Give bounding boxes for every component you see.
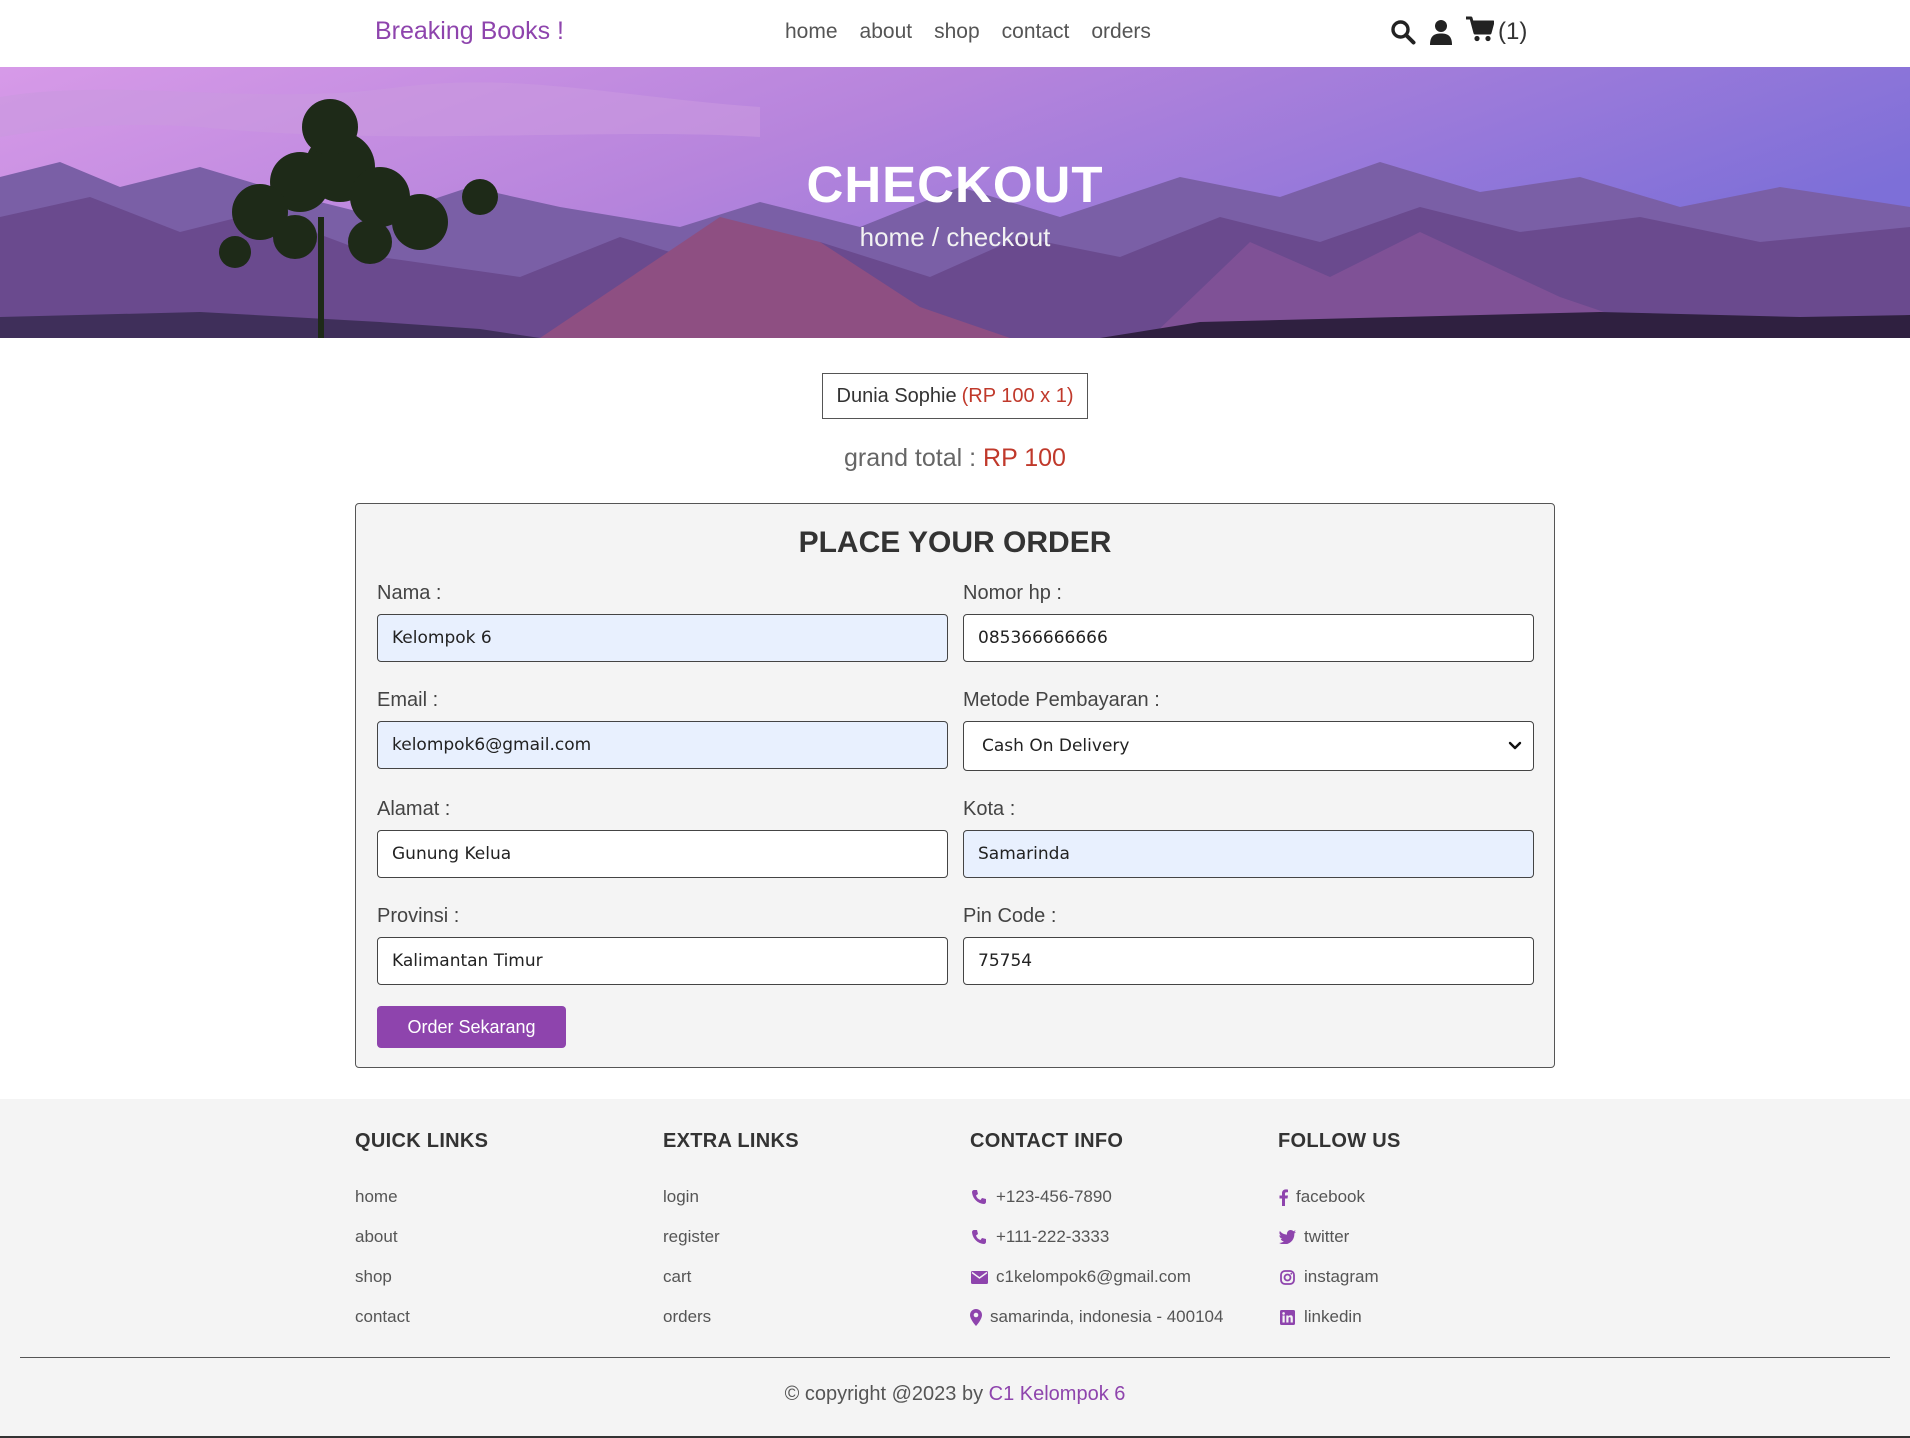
grand-total-label: grand total : <box>844 444 977 472</box>
pin-code-value: 75754 <box>978 951 1033 971</box>
extra-links-heading: EXTRA LINKS <box>663 1130 799 1152</box>
footer-link-cart[interactable]: cart <box>663 1257 799 1297</box>
metode-pembayaran-value: Cash On Delivery <box>982 736 1130 756</box>
social-linkedin-text: linkedin <box>1304 1307 1362 1326</box>
nav-link-orders[interactable]: orders <box>1091 20 1151 44</box>
cart-count: (1) <box>1498 17 1528 45</box>
order-item-price: (RP 100 x 1) <box>961 384 1074 407</box>
nama-label: Nama : <box>377 582 442 604</box>
alamat-value: Gunung Kelua <box>392 844 512 864</box>
order-sekarang-button[interactable]: Order Sekarang <box>377 1006 566 1048</box>
contact-address-text: samarinda, indonesia - 400104 <box>990 1307 1224 1326</box>
provinsi-field[interactable]: Kalimantan Timur <box>377 937 948 985</box>
nama-value: Kelompok 6 <box>392 628 492 648</box>
facebook-icon <box>1278 1188 1288 1206</box>
order-item: Dunia Sophie (RP 100 x 1) <box>822 373 1088 419</box>
footer-link-shop[interactable]: shop <box>355 1257 488 1297</box>
footer-link-register[interactable]: register <box>663 1217 799 1257</box>
copyright: © copyright @2023 by C1 Kelompok 6 <box>0 1383 1910 1406</box>
grand-total: grand total : RP 100 <box>0 444 1910 473</box>
checkout-form: PLACE YOUR ORDER Nama : Kelompok 6 Nomor… <box>355 503 1555 1068</box>
user-icon[interactable] <box>1430 19 1452 45</box>
twitter-icon <box>1278 1230 1296 1244</box>
social-instagram-text: instagram <box>1304 1267 1379 1286</box>
pin-code-field[interactable]: 75754 <box>963 937 1534 985</box>
grand-total-value: RP 100 <box>983 444 1066 472</box>
map-marker-icon <box>970 1308 982 1326</box>
quick-links-section: QUICK LINKS home about shop contact <box>355 1130 488 1337</box>
hero-banner: CHECKOUT home / checkout <box>0 67 1910 338</box>
social-facebook-text: facebook <box>1296 1187 1365 1206</box>
follow-us-section: FOLLOW US facebook twitter instagram lin… <box>1278 1130 1401 1337</box>
email-label: Email : <box>377 689 439 711</box>
social-link-facebook[interactable]: facebook <box>1278 1177 1401 1217</box>
follow-us-heading: FOLLOW US <box>1278 1130 1401 1152</box>
main-nav: home about shop contact orders <box>785 20 1173 44</box>
nomor-hp-value: 085366666666 <box>978 628 1108 648</box>
site-header: Breaking Books ! home about shop contact… <box>0 0 1910 67</box>
contact-info-section: CONTACT INFO +123-456-7890 +111-222-3333… <box>970 1130 1223 1337</box>
nav-link-about[interactable]: about <box>860 20 913 44</box>
breadcrumb: home / checkout <box>859 222 1051 252</box>
contact-phone-2[interactable]: +111-222-3333 <box>970 1217 1223 1257</box>
kota-label: Kota : <box>963 798 1016 820</box>
search-icon[interactable] <box>1390 19 1416 45</box>
nama-field[interactable]: Kelompok 6 <box>377 614 948 662</box>
metode-pembayaran-label: Metode Pembayaran : <box>963 689 1160 711</box>
provinsi-label: Provinsi : <box>377 905 460 927</box>
social-link-linkedin[interactable]: linkedin <box>1278 1297 1401 1337</box>
form-title: PLACE YOUR ORDER <box>798 526 1112 559</box>
email-field[interactable]: kelompok6@gmail.com <box>377 721 948 769</box>
extra-links-section: EXTRA LINKS login register cart orders <box>663 1130 799 1337</box>
contact-phone-1-text: +123-456-7890 <box>996 1187 1112 1206</box>
social-twitter-text: twitter <box>1304 1227 1350 1246</box>
pin-code-label: Pin Code : <box>963 905 1057 927</box>
email-value: kelompok6@gmail.com <box>392 735 592 755</box>
contact-phone-2-text: +111-222-3333 <box>996 1227 1110 1246</box>
social-link-twitter[interactable]: twitter <box>1278 1217 1401 1257</box>
nav-link-home[interactable]: home <box>785 20 838 44</box>
alamat-label: Alamat : <box>377 798 451 820</box>
copyright-author: C1 Kelompok 6 <box>988 1383 1126 1405</box>
cart-button[interactable]: (1) <box>1466 16 1527 47</box>
contact-email-text: c1kelompok6@gmail.com <box>996 1267 1191 1286</box>
footer-link-orders[interactable]: orders <box>663 1297 799 1337</box>
kota-value: Samarinda <box>978 844 1070 864</box>
order-item-name: Dunia Sophie <box>836 384 957 407</box>
page-title: CHECKOUT <box>806 156 1104 213</box>
footer-link-about[interactable]: about <box>355 1217 488 1257</box>
envelope-icon <box>970 1270 988 1284</box>
social-link-instagram[interactable]: instagram <box>1278 1257 1401 1297</box>
nav-link-shop[interactable]: shop <box>934 20 980 44</box>
provinsi-value: Kalimantan Timur <box>392 951 543 971</box>
nomor-hp-field[interactable]: 085366666666 <box>963 614 1534 662</box>
footer-link-contact[interactable]: contact <box>355 1297 488 1337</box>
chevron-down-icon <box>1507 737 1523 758</box>
phone-icon <box>970 1189 988 1205</box>
logo-link[interactable]: Breaking Books ! <box>375 17 564 46</box>
contact-phone-1[interactable]: +123-456-7890 <box>970 1177 1223 1217</box>
quick-links-heading: QUICK LINKS <box>355 1130 489 1152</box>
kota-field[interactable]: Samarinda <box>963 830 1534 878</box>
instagram-icon <box>1278 1269 1296 1285</box>
metode-pembayaran-select[interactable]: Cash On Delivery <box>963 721 1534 771</box>
contact-email[interactable]: c1kelompok6@gmail.com <box>970 1257 1223 1297</box>
phone-icon <box>970 1229 988 1245</box>
nav-link-contact[interactable]: contact <box>1002 20 1070 44</box>
site-footer: QUICK LINKS home about shop contact EXTR… <box>0 1099 1910 1438</box>
shopping-cart-icon <box>1466 16 1495 47</box>
alamat-field[interactable]: Gunung Kelua <box>377 830 948 878</box>
copyright-text: © copyright @2023 by <box>784 1383 984 1405</box>
footer-link-home[interactable]: home <box>355 1177 488 1217</box>
nomor-hp-label: Nomor hp : <box>963 582 1062 604</box>
contact-info-heading: CONTACT INFO <box>970 1130 1124 1152</box>
footer-divider <box>20 1357 1890 1358</box>
header-icons: (1) <box>1390 16 1527 47</box>
linkedin-icon <box>1278 1309 1296 1325</box>
footer-link-login[interactable]: login <box>663 1177 799 1217</box>
contact-address[interactable]: samarinda, indonesia - 400104 <box>970 1297 1223 1337</box>
